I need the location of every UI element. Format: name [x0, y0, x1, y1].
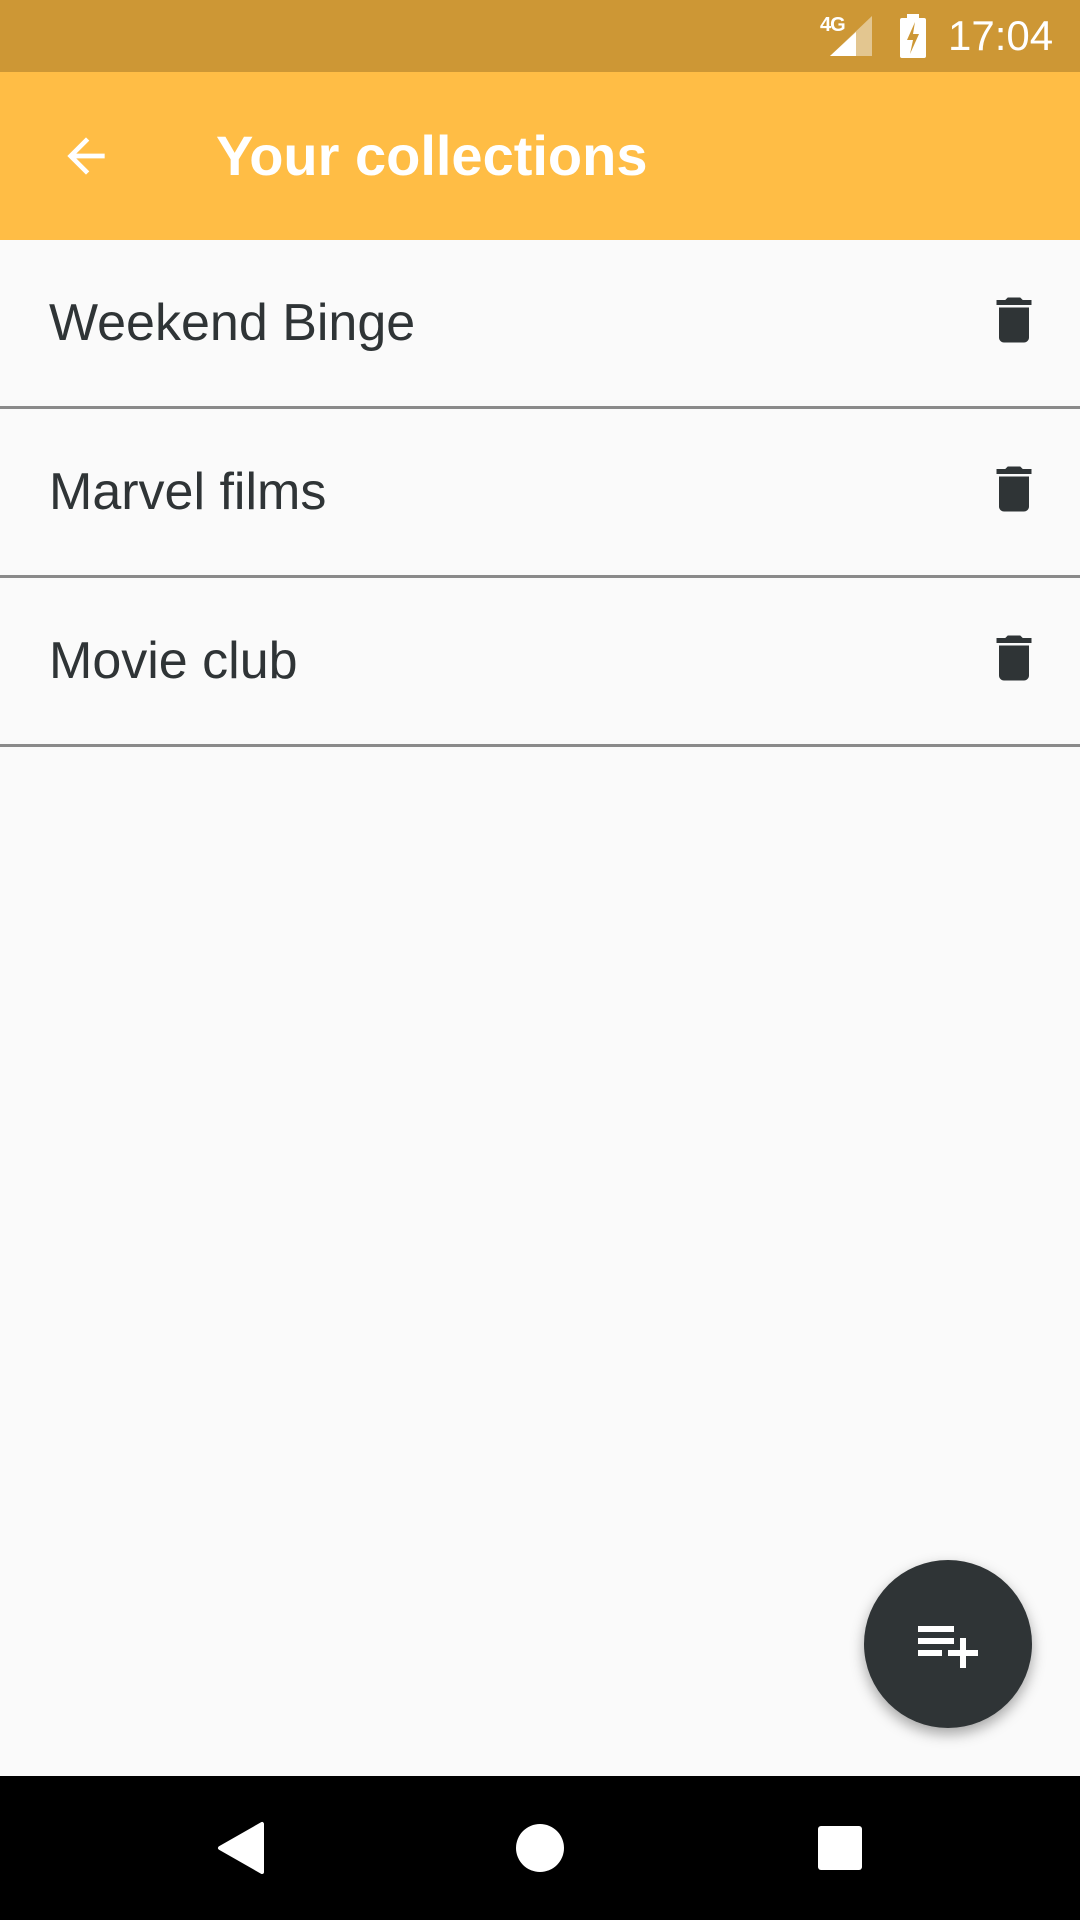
screen: 4G 17:04 Your collections Weekend Binge	[0, 0, 1080, 1920]
trash-icon	[996, 466, 1032, 512]
app-bar: Your collections	[0, 72, 1080, 240]
delete-button[interactable]	[984, 459, 1044, 519]
collection-name: Weekend Binge	[49, 294, 416, 352]
list-item[interactable]: Movie club	[0, 578, 1080, 747]
nav-home-button[interactable]	[490, 1800, 590, 1896]
nav-back-button[interactable]	[190, 1800, 290, 1896]
list-item[interactable]: Marvel films	[0, 409, 1080, 578]
recents-square-icon	[818, 1826, 862, 1870]
nav-recents-button[interactable]	[790, 1800, 890, 1896]
home-circle-icon	[516, 1824, 564, 1872]
page-title: Your collections	[216, 124, 648, 187]
back-button[interactable]	[44, 114, 128, 198]
trash-icon	[996, 297, 1032, 343]
system-nav-bar	[0, 1776, 1080, 1920]
add-collection-button[interactable]	[864, 1560, 1032, 1728]
collection-name: Marvel films	[49, 463, 327, 521]
battery-charging-icon	[900, 14, 926, 58]
arrow-back-icon	[67, 137, 105, 175]
collections-list: Weekend Binge Marvel films Movie club	[0, 240, 1080, 747]
delete-button[interactable]	[984, 290, 1044, 350]
trash-icon	[996, 635, 1032, 681]
collection-name: Movie club	[49, 632, 298, 690]
playlist-add-icon	[918, 1626, 978, 1668]
signal-icon	[830, 16, 872, 56]
back-triangle-icon	[218, 1822, 264, 1874]
status-time: 17:04	[948, 12, 1054, 59]
status-bar: 4G 17:04	[0, 0, 1080, 72]
network-indicator: 4G	[820, 14, 874, 58]
delete-button[interactable]	[984, 628, 1044, 688]
list-item[interactable]: Weekend Binge	[0, 240, 1080, 409]
